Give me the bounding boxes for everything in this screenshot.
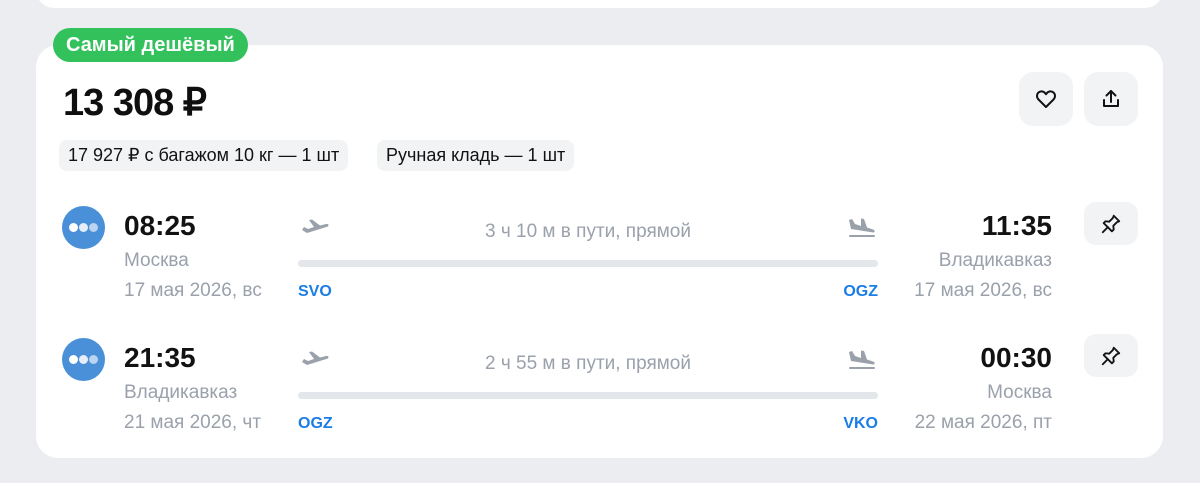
arrival-time: 00:30: [980, 342, 1052, 373]
departure-time: 21:35: [124, 342, 196, 373]
landing-plane-icon: [846, 348, 876, 370]
departure-city: Владикавказ: [124, 382, 238, 403]
share-button[interactable]: [1084, 72, 1138, 126]
flight-segment-outbound: 08:25 Москва 17 мая 2026, вс 3 ч 10 м в …: [0, 202, 1200, 312]
route-line: [298, 392, 878, 399]
airline-logo-icon: [62, 338, 105, 381]
previous-ticket-card: [36, 0, 1163, 8]
baggage-option-chip[interactable]: 17 927 ₽ с багажом 10 кг — 1 шт: [59, 140, 349, 171]
departure-airport-code: SVO: [298, 283, 332, 300]
departure-airport-code: OGZ: [298, 415, 333, 432]
arrival-airport-code: OGZ: [843, 283, 878, 300]
pin-button[interactable]: [1084, 202, 1138, 245]
landing-plane-icon: [846, 216, 876, 238]
share-icon: [1099, 87, 1123, 111]
arrival-time: 11:35: [981, 210, 1052, 241]
heart-icon: [1034, 87, 1058, 111]
arrival-date: 17 мая 2026, вс: [914, 280, 1052, 301]
arrival-city: Владикавказ: [938, 250, 1052, 271]
departure-city: Москва: [124, 250, 189, 271]
arrival-date: 22 мая 2026, пт: [914, 412, 1052, 433]
route-line: [298, 260, 878, 267]
arrival-city: Москва: [987, 382, 1052, 403]
flight-duration: 3 ч 10 м в пути, прямой: [485, 221, 691, 242]
flight-segment-return: 21:35 Владикавказ 21 мая 2026, чт 2 ч 55…: [0, 334, 1200, 444]
pin-icon: [1100, 345, 1122, 367]
departure-time: 08:25: [124, 210, 196, 241]
hand-luggage-chip: Ручная кладь — 1 шт: [377, 140, 575, 171]
departure-date: 17 мая 2026, вс: [124, 280, 262, 301]
departure-date: 21 мая 2026, чт: [124, 412, 262, 433]
pin-button[interactable]: [1084, 334, 1138, 377]
cheapest-badge: Самый дешёвый: [53, 28, 248, 62]
pin-icon: [1100, 213, 1122, 235]
favorite-button[interactable]: [1019, 72, 1073, 126]
arrival-airport-code: VKO: [843, 415, 878, 432]
flight-duration: 2 ч 55 м в пути, прямой: [485, 353, 691, 374]
airline-logo-icon: [62, 206, 105, 249]
ticket-price: 13 308 ₽: [63, 82, 207, 124]
